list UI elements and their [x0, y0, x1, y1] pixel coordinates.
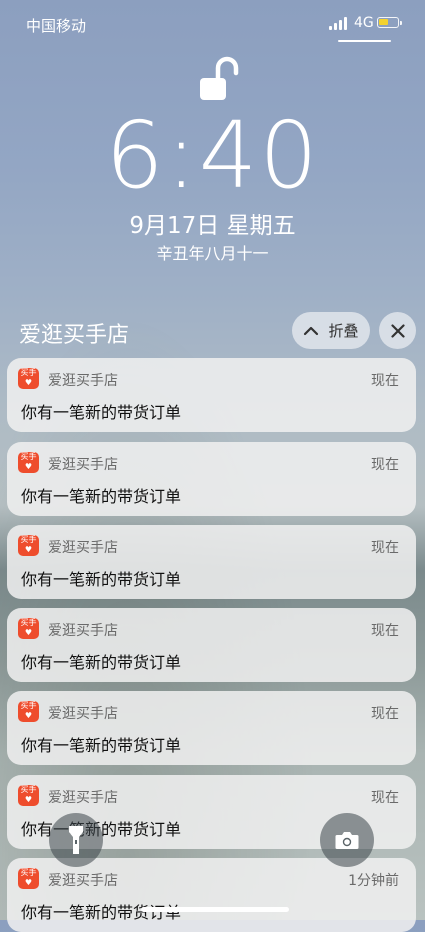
- app-icon: 买手 ♥: [18, 535, 39, 556]
- collapse-label: 折叠: [328, 322, 359, 340]
- notification-app-name: 爱逛买手店: [48, 873, 118, 889]
- notification-body: 你有一笔新的带货订单: [21, 653, 182, 672]
- lock-screen-time: 6:40: [105, 102, 320, 209]
- notification-time: 1分钟前: [348, 873, 399, 889]
- app-icon: 买手 ♥: [18, 618, 39, 639]
- lock-screen-date: 9月17日 星期五: [129, 213, 296, 239]
- notification-body: 你有一笔新的带货订单: [21, 570, 182, 589]
- camera-button[interactable]: [320, 813, 374, 867]
- unlocked-padlock-icon: [200, 56, 239, 100]
- flashlight-button[interactable]: [49, 813, 103, 867]
- notification-body: 你有一笔新的带货订单: [21, 736, 182, 755]
- notification-app-name: 爱逛买手店: [48, 623, 118, 639]
- lunar-date: 辛丑年八月十一: [156, 244, 269, 263]
- notification-time: 现在: [371, 790, 399, 806]
- notification-body: 你有一笔新的带货订单: [21, 403, 182, 422]
- notification-card[interactable]: 买手♥ 爱逛买手店 现在 你有一笔新的带货订单: [7, 358, 416, 432]
- app-icon: 买手 ♥: [18, 868, 39, 889]
- notification-card[interactable]: 买手♥ 爱逛买手店 现在 你有一笔新的带货订单: [7, 442, 416, 516]
- status-bar: 中国移动 4G: [0, 0, 425, 44]
- notification-time: 现在: [371, 457, 399, 473]
- notification-app-name: 爱逛买手店: [48, 706, 118, 722]
- carrier-label: 中国移动: [26, 17, 87, 35]
- notification-time: 现在: [371, 706, 399, 722]
- home-indicator[interactable]: [141, 907, 289, 912]
- app-icon: 买手 ♥: [18, 452, 39, 473]
- app-icon: 买手 ♥: [18, 701, 39, 722]
- notification-app-name: 爱逛买手店: [48, 540, 118, 556]
- battery-icon: [377, 17, 402, 28]
- notification-app-name: 爱逛买手店: [48, 457, 118, 473]
- notification-time: 现在: [371, 540, 399, 556]
- notification-card[interactable]: 买手♥ 爱逛买手店 现在 你有一笔新的带货订单: [7, 525, 416, 599]
- flashlight-icon: [69, 826, 83, 854]
- notification-body: 你有一笔新的带货订单: [21, 487, 182, 506]
- notification-time: 现在: [371, 623, 399, 639]
- chevron-up-icon: [304, 326, 319, 335]
- app-icon: 买手 ♥: [18, 785, 39, 806]
- network-label: 4G: [354, 15, 374, 31]
- collapse-button[interactable]: 折叠: [292, 312, 370, 349]
- notification-card[interactable]: 买手 ♥ 爱逛买手店 1分钟前 你有一笔新的带货订单: [7, 858, 416, 932]
- notification-card[interactable]: 买手♥ 爱逛买手店 现在 你有一笔新的带货订单: [7, 608, 416, 682]
- camera-icon: [335, 831, 359, 849]
- notification-time: 现在: [371, 373, 399, 389]
- app-icon: 买手 ♥: [18, 368, 39, 389]
- notification-app-name: 爱逛买手店: [48, 790, 118, 806]
- signal-icon: [329, 17, 349, 30]
- notification-app-name: 爱逛买手店: [48, 373, 118, 389]
- close-icon: [390, 323, 405, 338]
- notification-card[interactable]: 买手♥ 爱逛买手店 现在 你有一笔新的带货订单: [7, 691, 416, 765]
- control-center-indicator[interactable]: [338, 40, 391, 42]
- clear-group-button[interactable]: [379, 312, 416, 349]
- notification-group-title: 爱逛买手店: [19, 323, 130, 348]
